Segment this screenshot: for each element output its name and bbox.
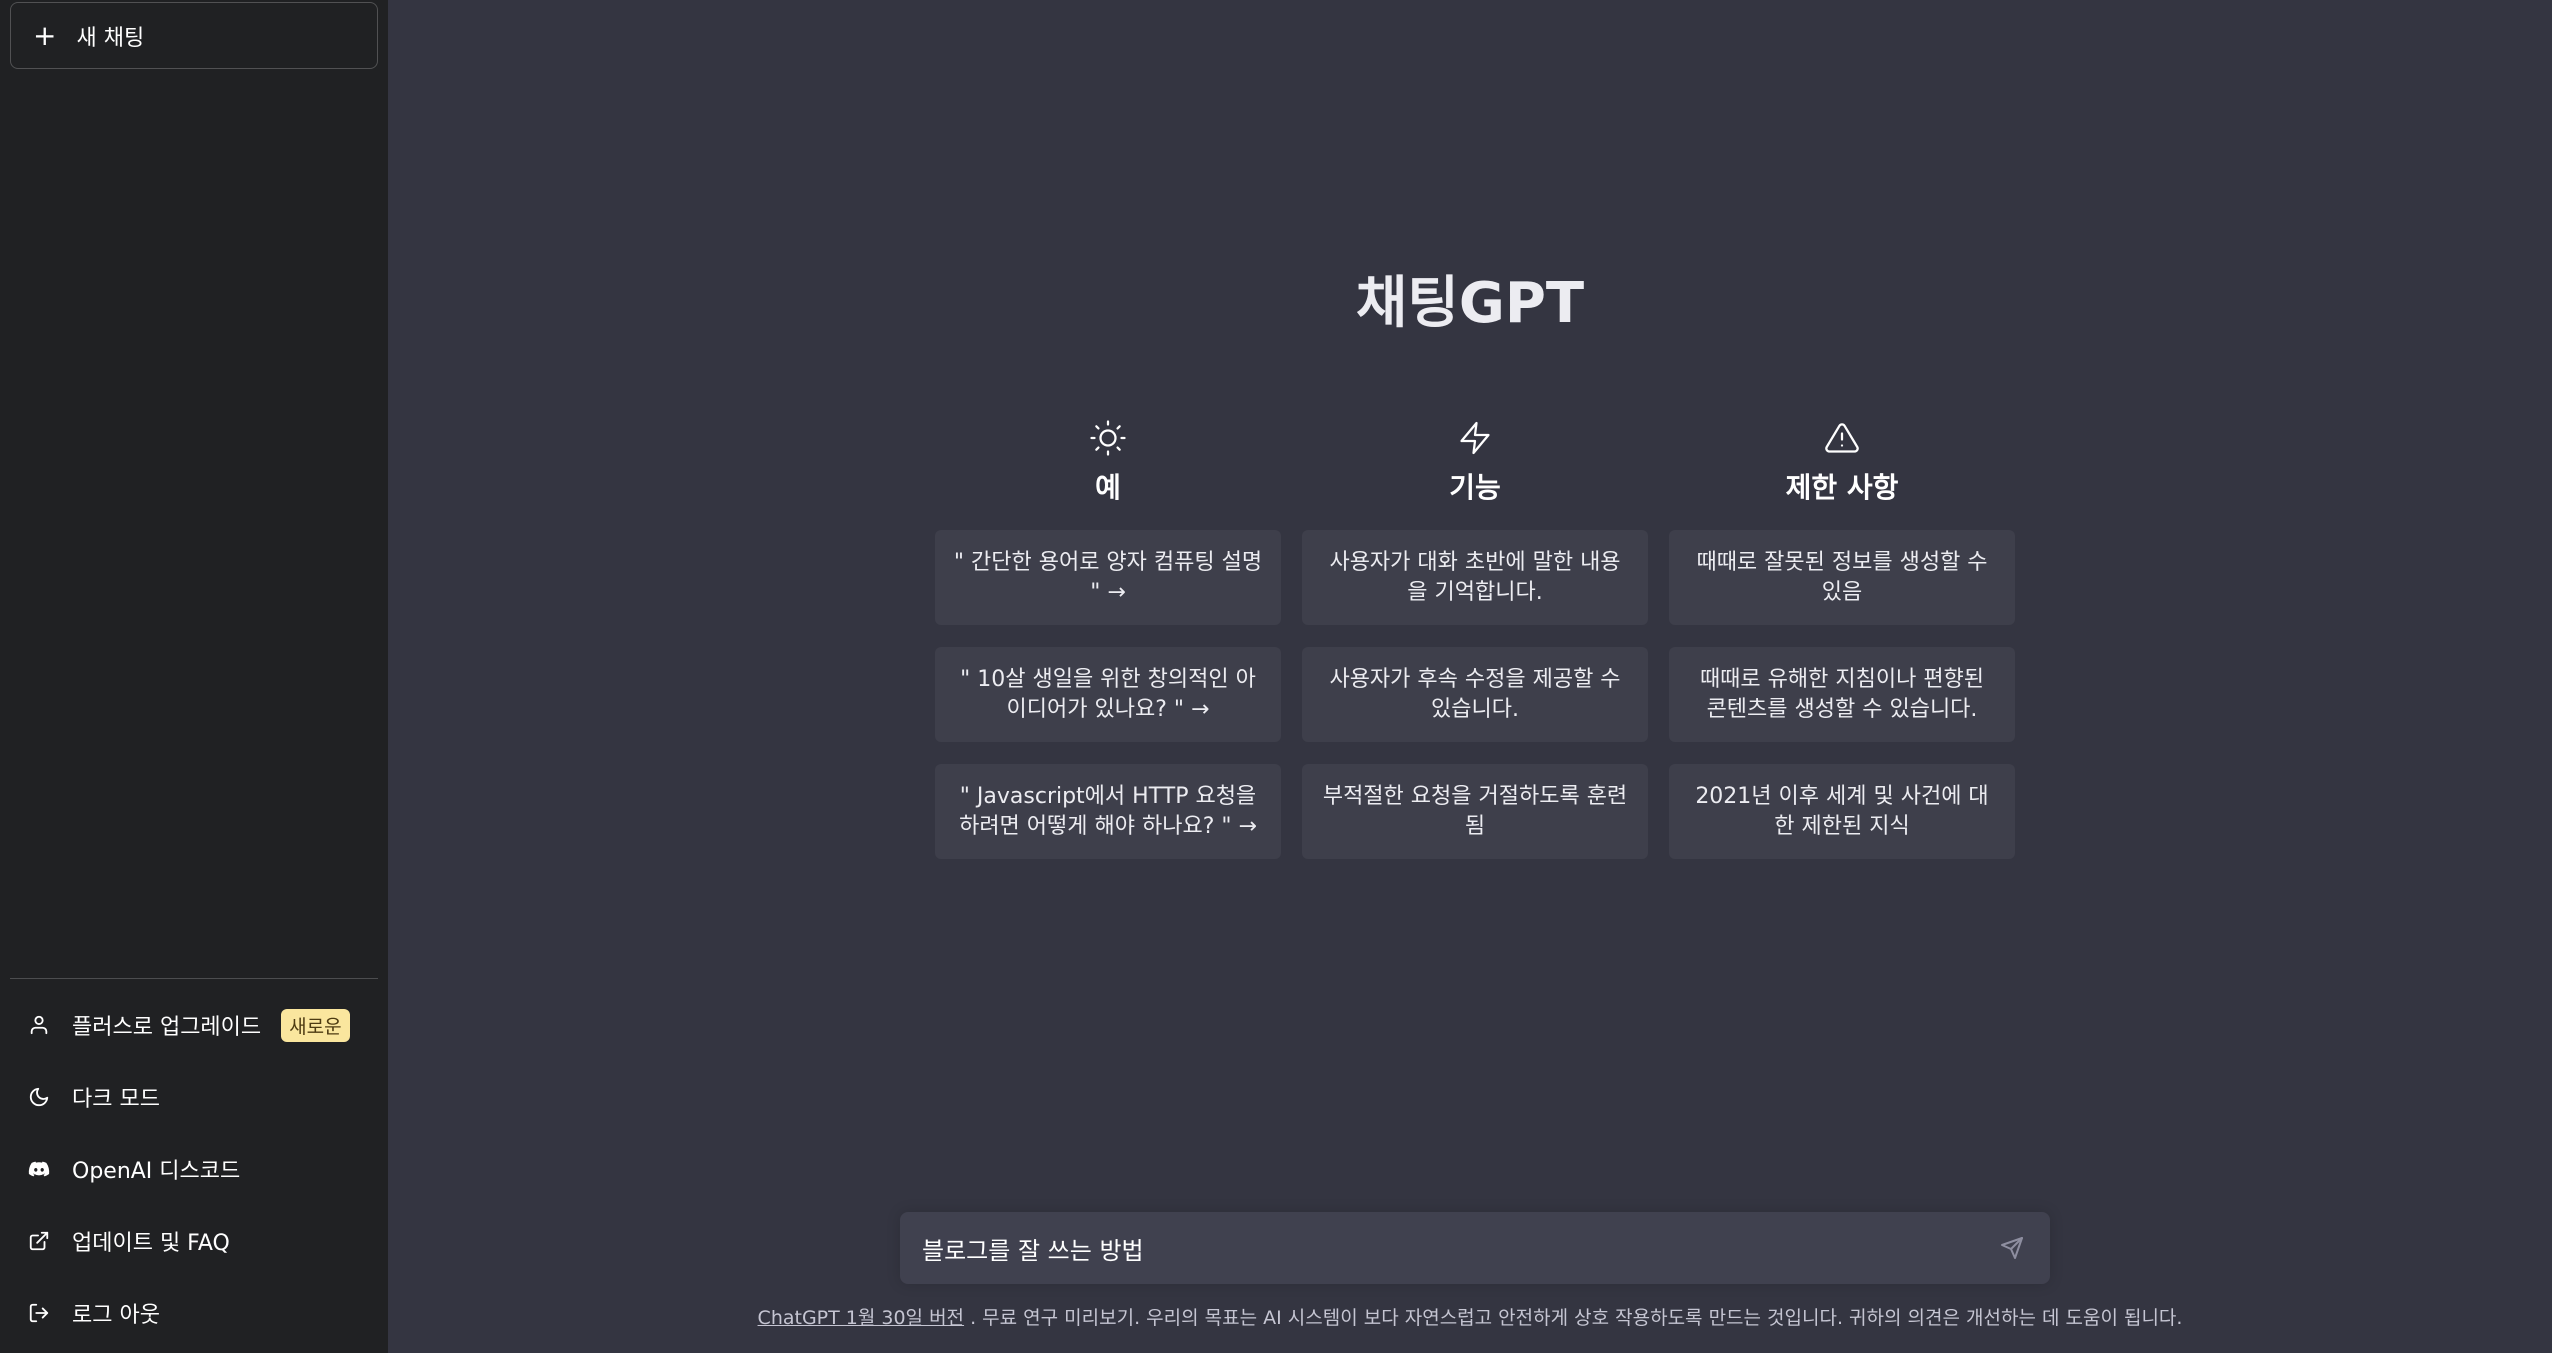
- limitation-card: 2021년 이후 세계 및 사건에 대한 제한된 지식: [1669, 764, 2015, 859]
- send-icon: [2001, 1237, 2023, 1259]
- page-title: 채팅GPT: [1355, 271, 1585, 336]
- new-badge: 새로운: [281, 1008, 350, 1042]
- example-prompt-card[interactable]: " Javascript에서 HTTP 요청을 하려면 어떻게 해야 하나요? …: [935, 764, 1281, 859]
- sidebar-history: [10, 69, 378, 978]
- sidebar-item-faq[interactable]: 업데이트 및 FAQ: [10, 1205, 378, 1277]
- new-chat-label: 새 채팅: [76, 25, 145, 51]
- capability-card: 부적절한 요청을 거절하도록 훈련됨: [1302, 764, 1648, 859]
- logout-icon: [26, 1300, 52, 1326]
- sidebar-item-upgrade[interactable]: 플러스로 업그레이드 새로운: [10, 989, 378, 1061]
- sun-icon: [1090, 418, 1126, 458]
- sidebar-item-label: OpenAI 디스코드: [72, 1159, 241, 1184]
- footer-text: . 무료 연구 미리보기. 우리의 목표는 AI 시스템이 보다 자연스럽고 안…: [970, 1307, 2183, 1329]
- sidebar-item-label: 다크 모드: [72, 1087, 160, 1112]
- column-examples: 예 " 간단한 용어로 양자 컴퓨팅 설명 " → " 10살 생일을 위한 창…: [935, 418, 1281, 881]
- limitation-card: 때때로 유해한 지침이나 편향된 콘텐츠를 생성할 수 있습니다.: [1669, 647, 2015, 742]
- capability-card: 사용자가 후속 수정을 제공할 수 있습니다.: [1302, 647, 1648, 742]
- intro-columns: 예 " 간단한 용어로 양자 컴퓨팅 설명 " → " 10살 생일을 위한 창…: [935, 418, 2015, 881]
- discord-icon: [26, 1156, 52, 1182]
- column-capabilities: 기능 사용자가 대화 초반에 말한 내용을 기억합니다. 사용자가 후속 수정을…: [1302, 418, 1648, 881]
- example-prompt-card[interactable]: " 간단한 용어로 양자 컴퓨팅 설명 " →: [935, 530, 1281, 625]
- app-root: + 새 채팅 플러스로 업그레이드 새로운 다크 모드 OpenAI 디스코드 …: [0, 0, 2552, 1353]
- moon-icon: [26, 1084, 52, 1110]
- new-chat-button[interactable]: + 새 채팅: [10, 2, 378, 69]
- sidebar-item-dark-mode[interactable]: 다크 모드: [10, 1061, 378, 1133]
- prompt-box: [900, 1212, 2050, 1284]
- limitation-card: 때때로 잘못된 정보를 생성할 수 있음: [1669, 530, 2015, 625]
- footer-disclaimer: ChatGPT 1월 30일 버전 . 무료 연구 미리보기. 우리의 목표는 …: [388, 1303, 2552, 1330]
- lightning-icon: [1457, 418, 1493, 458]
- sidebar-item-label: 플러스로 업그레이드: [72, 1015, 262, 1040]
- warning-icon: [1824, 418, 1860, 458]
- sidebar-bottom-menu: 플러스로 업그레이드 새로운 다크 모드 OpenAI 디스코드 업데이트 및: [10, 978, 378, 1353]
- column-limitations: 제한 사항 때때로 잘못된 정보를 생성할 수 있음 때때로 유해한 지침이나 …: [1669, 418, 2015, 881]
- sidebar-item-label: 업데이트 및 FAQ: [72, 1231, 230, 1256]
- plus-icon: +: [33, 18, 57, 52]
- send-button[interactable]: [1996, 1232, 2028, 1264]
- external-link-icon: [26, 1228, 52, 1254]
- example-prompt-card[interactable]: " 10살 생일을 위한 창의적인 아이디어가 있나요? " →: [935, 647, 1281, 742]
- column-title: 기능: [1449, 471, 1501, 504]
- user-icon: [26, 1012, 52, 1038]
- sidebar-item-label: 로그 아웃: [72, 1303, 160, 1328]
- prompt-input[interactable]: [922, 1234, 1996, 1262]
- capability-card: 사용자가 대화 초반에 말한 내용을 기억합니다.: [1302, 530, 1648, 625]
- sidebar: + 새 채팅 플러스로 업그레이드 새로운 다크 모드 OpenAI 디스코드 …: [0, 0, 388, 1353]
- sidebar-item-discord[interactable]: OpenAI 디스코드: [10, 1133, 378, 1205]
- column-title: 제한 사항: [1785, 471, 1899, 504]
- column-title: 예: [1095, 471, 1121, 504]
- main-area: 채팅GPT 예 " 간단한 용어로 양자 컴퓨팅 설명 " → " 10살 생일…: [388, 0, 2552, 1353]
- sidebar-item-logout[interactable]: 로그 아웃: [10, 1277, 378, 1349]
- version-link[interactable]: ChatGPT 1월 30일 버전: [758, 1307, 965, 1329]
